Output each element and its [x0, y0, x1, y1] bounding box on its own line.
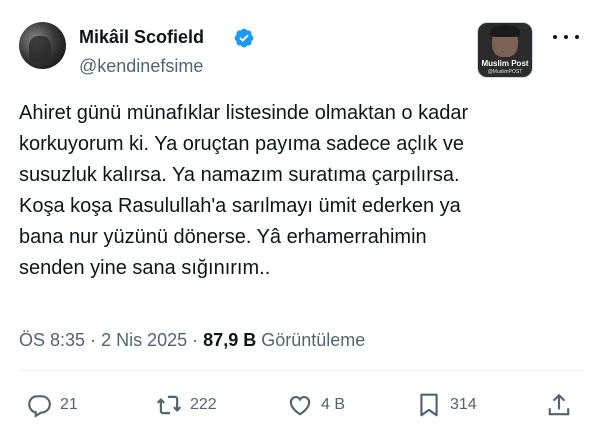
verified-badge-icon [234, 28, 254, 48]
repost-icon [156, 395, 182, 415]
tweet-meta: ÖS 8:35 · 2 Nis 2025 · 87,9 B Görüntülem… [19, 330, 365, 351]
share-button[interactable] [546, 392, 572, 418]
repost-button[interactable]: 222 [156, 392, 217, 418]
divider [19, 370, 585, 371]
views-count: 87,9 B [203, 330, 257, 350]
like-count: 4 B [321, 396, 346, 413]
meta-separator: · [192, 330, 199, 350]
author-name[interactable]: Mikâil Scofield [79, 27, 204, 48]
share-icon [548, 393, 570, 416]
tweet-date[interactable]: 2 Nis 2025 [101, 330, 187, 350]
muslim-post-badge[interactable]: Muslim Post @MuslimPOST [477, 22, 533, 78]
badge-label: Muslim Post [481, 59, 529, 68]
reply-count: 21 [60, 396, 78, 413]
reply-icon [28, 395, 51, 418]
tweet-text: Ahiret günü münafıklar listesinde olmakt… [19, 102, 469, 279]
repost-count: 222 [190, 396, 217, 413]
views-label: Görüntüleme [261, 330, 366, 350]
tweet-time[interactable]: ÖS 8:35 [19, 330, 85, 350]
like-button[interactable]: 4 B [287, 392, 345, 418]
like-icon [289, 396, 311, 416]
author-avatar[interactable] [19, 22, 66, 69]
more-icon[interactable] [553, 30, 579, 44]
reply-button[interactable]: 21 [26, 392, 78, 418]
badge-sublabel: @MuslimPOST [487, 69, 523, 75]
bookmark-count: 314 [450, 396, 477, 413]
author-handle[interactable]: @kendinefsime [79, 56, 203, 77]
bookmark-button[interactable]: 314 [416, 392, 477, 418]
meta-separator: · [90, 330, 97, 350]
bookmark-icon [420, 393, 438, 417]
